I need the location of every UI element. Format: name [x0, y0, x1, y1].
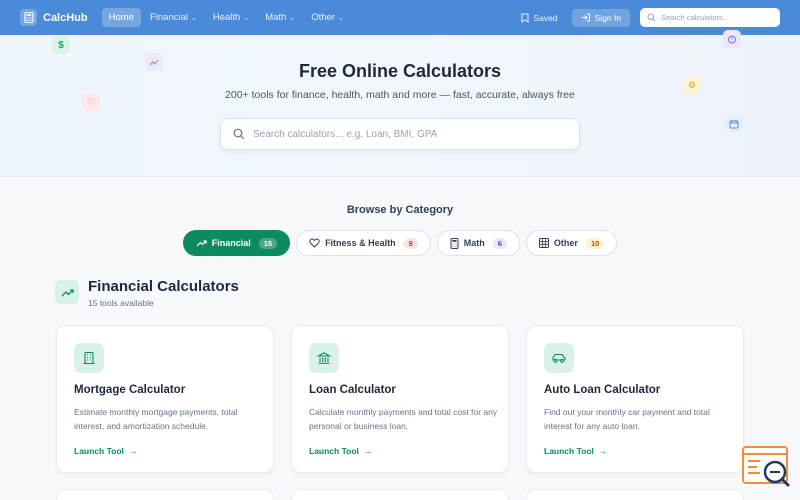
heart-icon [309, 238, 320, 248]
category-pill-label: Math [463, 238, 485, 248]
calculator-logo-icon [20, 9, 37, 26]
launch-tool-link[interactable]: Launch Tool → [74, 446, 137, 456]
category-count-badge: 15 [258, 237, 278, 249]
browse-category-title: Browse by Category [346, 204, 454, 216]
category-count-badge: 6 [492, 237, 507, 249]
hero-search-placeholder: Search calculators... e.g. Loan, BMI, GP… [253, 128, 438, 140]
bookmark-icon [521, 13, 529, 23]
nav-financial-label: Financial [149, 12, 188, 23]
chevron-down-icon: ⌄ [191, 14, 197, 22]
logo[interactable]: CalcHub [20, 9, 88, 26]
nav-health[interactable]: Health ⌄ [206, 8, 256, 27]
tool-card-partial[interactable] [526, 489, 744, 500]
chevron-down-icon: ⌄ [289, 14, 296, 22]
nav-math[interactable]: Math ⌄ [258, 8, 302, 27]
chevron-down-icon: ⌄ [243, 14, 250, 22]
calculator-icon [450, 237, 459, 249]
section-title: Financial Calculators [88, 278, 239, 295]
nav-home[interactable]: Home [101, 8, 141, 27]
nav-other[interactable]: Other ⌄ [304, 8, 351, 27]
nav-health-label: Health [212, 12, 241, 23]
building-icon [74, 343, 104, 373]
launch-tool-link[interactable]: Launch Tool → [544, 446, 607, 456]
arrow-right-icon: → [128, 446, 138, 456]
category-pill-label: Fitness & Health [325, 238, 396, 248]
category-pill-other[interactable]: Other 10 [525, 230, 618, 256]
grid-icon [538, 238, 549, 248]
category-pill-fitness-health[interactable]: Fitness & Health 9 [296, 230, 431, 256]
nav-home-label: Home [108, 12, 134, 23]
tool-card-auto-loan[interactable]: Auto Loan Calculator Find out your month… [526, 325, 744, 473]
category-pill-label: Other [553, 238, 578, 248]
category-pills: Financial 15 Fitness & Health 9 Math 6 O… [0, 230, 800, 256]
tool-card-partial[interactable] [291, 489, 509, 500]
hero-section: $ ♡ ⚙ Free Online Calculators 200+ tools… [0, 30, 800, 177]
trending-up-icon [196, 240, 207, 247]
search-widget-icon[interactable] [742, 444, 790, 492]
card-description: Find out your monthly car payment and to… [544, 407, 710, 431]
card-title: Mortgage Calculator [74, 384, 186, 396]
trending-up-icon [55, 280, 79, 304]
section-subtitle: 15 tools available [88, 298, 154, 308]
category-pill-financial[interactable]: Financial 15 [182, 230, 291, 256]
arrow-right-icon: → [363, 446, 373, 456]
category-count-badge: 10 [585, 237, 605, 249]
card-title: Auto Loan Calculator [544, 384, 661, 396]
dollar-icon: $ [52, 36, 70, 54]
stopwatch-icon [723, 30, 741, 48]
category-pill-label: Financial [211, 238, 251, 248]
nav-search-placeholder: Search calculators... [661, 13, 729, 22]
launch-tool-label: Launch Tool [309, 446, 359, 456]
launch-tool-label: Launch Tool [74, 446, 124, 456]
saved-label: Saved [533, 12, 558, 23]
hero-search-input[interactable]: Search calculators... e.g. Loan, BMI, GP… [220, 118, 580, 150]
card-title: Loan Calculator [309, 384, 396, 396]
category-pill-math[interactable]: Math 6 [436, 230, 520, 256]
arrow-right-icon: → [598, 446, 608, 456]
bank-icon [309, 343, 339, 373]
launch-tool-label: Launch Tool [544, 446, 594, 456]
car-icon [544, 343, 574, 373]
card-description: Calculate monthly payments and total cos… [309, 407, 498, 431]
category-count-badge: 9 [403, 237, 418, 249]
login-icon [581, 13, 590, 22]
nav-financial[interactable]: Financial ⌄ [143, 8, 204, 27]
search-icon [233, 128, 245, 140]
hero-subtitle: 200+ tools for finance, health, math and… [225, 89, 575, 101]
hero-title: Free Online Calculators [298, 61, 502, 81]
app-name: CalcHub [43, 11, 88, 24]
nav-search-input[interactable]: Search calculators... [640, 8, 780, 27]
launch-tool-link[interactable]: Launch Tool → [309, 446, 372, 456]
chevron-down-icon: ⌄ [337, 14, 344, 22]
tool-card-partial[interactable] [56, 489, 274, 500]
tool-card-loan[interactable]: Loan Calculator Calculate monthly paymen… [291, 325, 509, 473]
card-description: Estimate monthly mortgage payments, tota… [74, 407, 238, 431]
nav-math-label: Math [265, 12, 287, 23]
nav-other-label: Other [311, 12, 335, 23]
sign-in-button[interactable]: Sign In [571, 8, 630, 27]
tool-card-mortgage[interactable]: Mortgage Calculator Estimate monthly mor… [56, 325, 274, 473]
top-nav: CalcHub Home Financial ⌄ Health ⌄ Math ⌄ Ot… [0, 0, 800, 35]
sign-in-label: Sign In [594, 12, 621, 23]
calendar-icon [725, 115, 743, 133]
search-icon [647, 13, 656, 22]
saved-button[interactable]: Saved [517, 13, 561, 23]
